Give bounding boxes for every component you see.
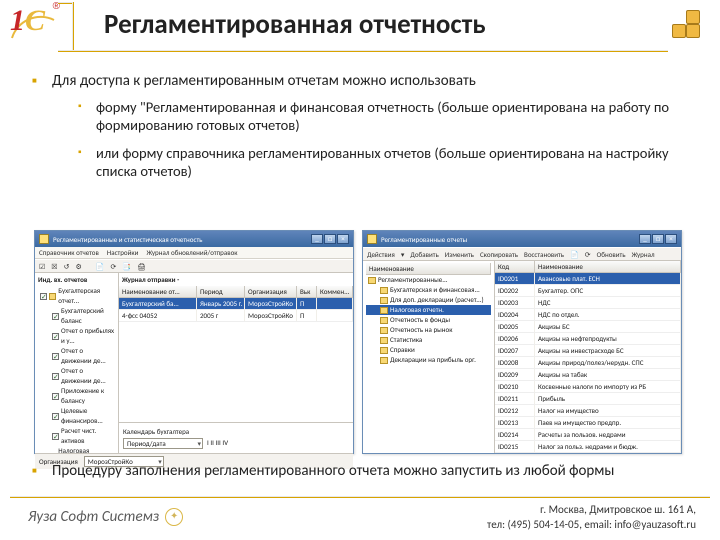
table-row[interactable]: ID0207Акцизы на инвестрасходе БС xyxy=(495,345,681,357)
min-button[interactable]: _ xyxy=(639,234,651,244)
bullet-sub1: форму "Регламентированная и финансовая о… xyxy=(78,98,692,134)
calendar-label: Календарь бухгалтера xyxy=(123,427,349,436)
table-row[interactable]: ID0208Акцизы природ/полез/нерудн. СПС xyxy=(495,357,681,369)
menu-item[interactable]: Настройки xyxy=(107,248,139,257)
close-button[interactable]: × xyxy=(665,234,677,244)
screenshot-form-directory: Регламентированные отчеты _ □ × Действия… xyxy=(362,230,682,454)
table-row[interactable]: ID0205Акцизы БС xyxy=(495,321,681,333)
tree-item[interactable]: Отчет о движении де... xyxy=(38,366,115,386)
window-title: Регламентированные отчеты xyxy=(381,235,467,244)
menu-item[interactable]: Справочник отчетов xyxy=(39,248,99,257)
table-row[interactable]: ID0213Паев на имущество предпр. xyxy=(495,417,681,429)
max-button[interactable]: □ xyxy=(324,234,336,244)
left-pane-header: Инд. вх. отчетов xyxy=(38,275,115,284)
tree-item[interactable]: Отчет о движении де... xyxy=(38,346,115,366)
footer-contact: г. Москва, Дмитровское ш. 161 А, тел: (4… xyxy=(487,503,696,532)
table-row[interactable]: ID0206Акцизы на нефтепродукты xyxy=(495,333,681,345)
logo-1c: 1C® xyxy=(10,4,58,52)
decor-line xyxy=(72,2,74,52)
tree-item[interactable]: Налоговая отчетн. xyxy=(366,305,491,315)
tree-item[interactable]: Налоговая отчетность xyxy=(38,446,115,453)
globe-icon: ✦ xyxy=(165,508,183,526)
footer-brand: Яуза Софт Системз ✦ xyxy=(28,508,183,526)
decor-line xyxy=(58,2,72,4)
tree-item[interactable]: Для доп. декларации (расчет...) xyxy=(366,295,491,305)
bullet-sub2: или форму справочника регламентированных… xyxy=(78,144,692,180)
tree-item[interactable]: Отчетность на рынок xyxy=(366,325,491,335)
table-row[interactable]: ID0212Налог на имущество xyxy=(495,405,681,417)
tree-item[interactable]: Декларации на прибыль орг. xyxy=(366,355,491,365)
table-row[interactable]: ID0201Авансовые плат. ЕСН xyxy=(495,273,681,285)
period-combo[interactable]: Период/дата xyxy=(123,438,203,449)
table-row[interactable]: ID0214Расчеты за пользов. недрами xyxy=(495,429,681,441)
max-button[interactable]: □ xyxy=(652,234,664,244)
window-title: Регламентированные и статистическая отче… xyxy=(53,235,202,244)
table-row[interactable]: ID0215Налог за польз. недрами и бюдж. xyxy=(495,441,681,453)
bullet-outro: Процедуру заполнения регламентированного… xyxy=(32,462,692,480)
tree-item[interactable]: Расчет чист. активов xyxy=(38,426,115,446)
page-title: Регламентированная отчетность xyxy=(104,8,486,41)
table-row[interactable]: ID0204НДС по отдел. xyxy=(495,309,681,321)
app-icon xyxy=(367,234,377,244)
table-row[interactable]: ID0209Акцизы на табак xyxy=(495,369,681,381)
tree-item[interactable]: Статистика xyxy=(366,335,491,345)
cubes-icon xyxy=(672,10,704,42)
decor-line xyxy=(58,50,668,52)
menu-item[interactable]: Журнал обновлений/отправок xyxy=(146,248,237,257)
close-button[interactable]: × xyxy=(337,234,349,244)
tree-item[interactable]: Бухгалтерская и финансовая... xyxy=(366,285,491,295)
table-row[interactable]: ID0203НДС xyxy=(495,297,681,309)
tree-item[interactable]: Приложение к балансу xyxy=(38,386,115,406)
min-button[interactable]: _ xyxy=(311,234,323,244)
app-icon xyxy=(39,234,49,244)
tree-item[interactable]: Целевые финансиров... xyxy=(38,406,115,426)
table-row[interactable]: ID0202Бухгалтер. ОПС xyxy=(495,285,681,297)
bullet-intro: Для доступа к регламентированным отчетам… xyxy=(32,72,692,181)
tree-item[interactable]: Регламентированные... xyxy=(366,275,491,285)
tree-item[interactable]: Бухгалтерский баланс xyxy=(38,306,115,326)
tree-item[interactable]: Отчет о прибылях и у... xyxy=(38,326,115,346)
tree-item[interactable]: Отчетность в фонды xyxy=(366,315,491,325)
decor-line xyxy=(10,496,710,498)
tree-item[interactable]: Бухгалтерская отчет... xyxy=(38,286,115,306)
screenshot-form-reporting: Регламентированные и статистическая отче… xyxy=(34,230,354,454)
table-row[interactable]: ID0211Прибыль xyxy=(495,393,681,405)
tree-item[interactable]: Справки xyxy=(366,345,491,355)
table-row[interactable]: ID0210Косвенные налоги по импорту из РБ xyxy=(495,381,681,393)
